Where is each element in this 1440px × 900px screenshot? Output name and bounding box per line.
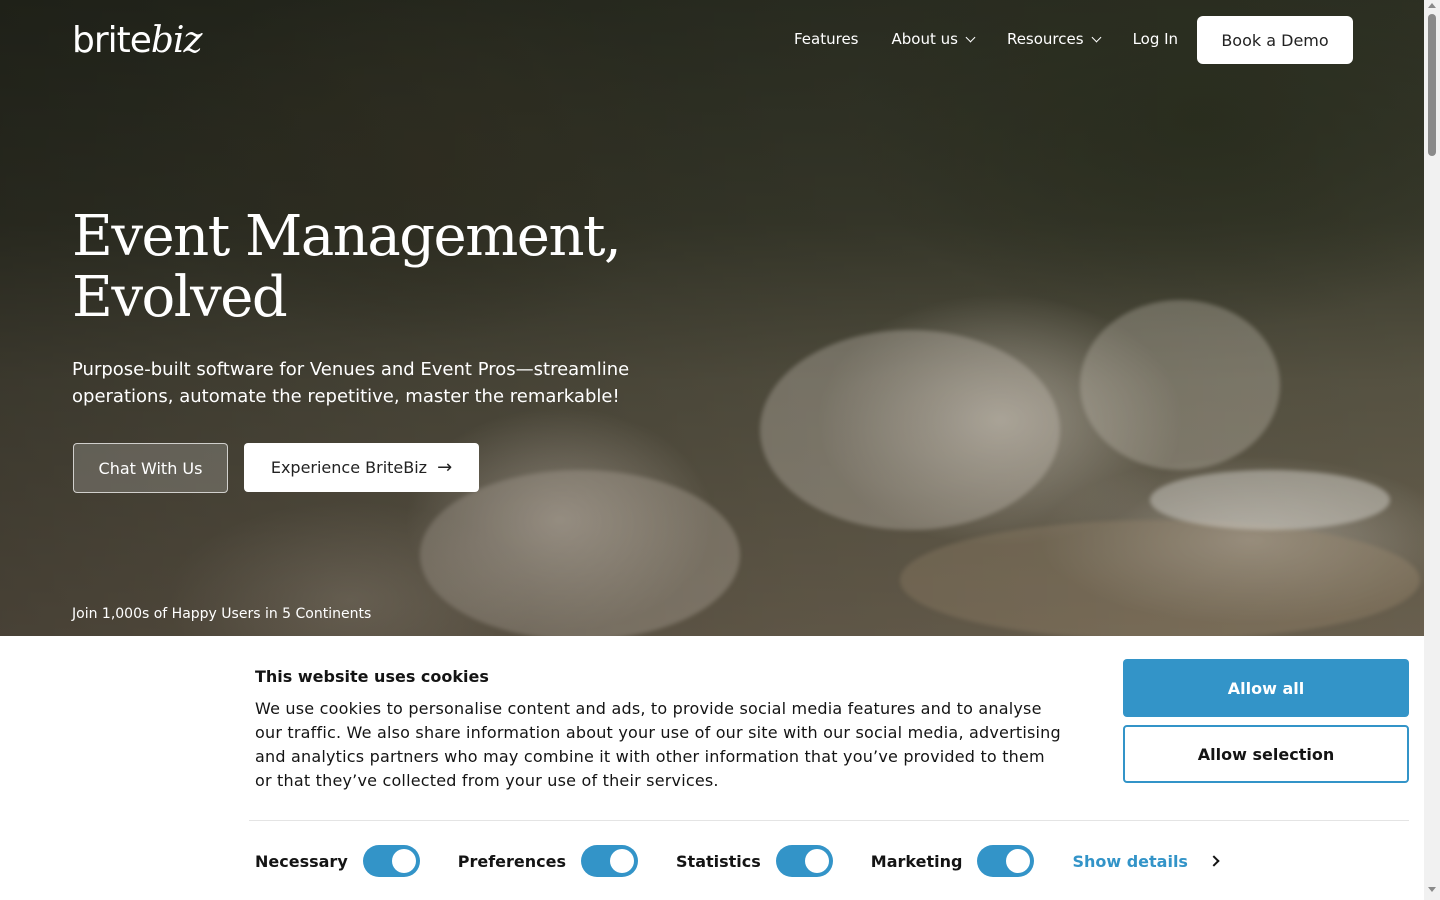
marketing-toggle[interactable] [977, 845, 1035, 877]
book-demo-button[interactable]: Book a Demo [1197, 16, 1353, 64]
scrollbar-thumb[interactable] [1428, 14, 1436, 156]
nav-features[interactable]: Features [794, 30, 859, 48]
toggle-knob [804, 849, 829, 873]
cookie-banner: This website uses cookies We use cookies… [0, 636, 1424, 900]
toggle-knob [610, 849, 635, 873]
consent-marketing: Marketing [871, 845, 1035, 877]
scroll-up-icon[interactable] [1428, 3, 1436, 8]
consent-preferences-label: Preferences [457, 851, 567, 871]
logo-text-biz: biz [150, 20, 203, 61]
toggle-knob [1006, 849, 1031, 873]
logo-text-brite: brite [72, 20, 152, 61]
consent-statistics: Statistics [676, 845, 833, 877]
page-scrollbar[interactable] [1424, 0, 1440, 900]
allow-all-button[interactable]: Allow all [1123, 659, 1409, 717]
preferences-toggle[interactable] [581, 845, 639, 877]
show-details-label: Show details [1072, 851, 1188, 871]
nav-resources-label: Resources [1006, 30, 1084, 48]
cookie-description: We use cookies to personalise content an… [255, 699, 1061, 790]
consent-marketing-label: Marketing [870, 851, 963, 871]
hero-title-line2: Evolved [72, 265, 288, 330]
arrow-right-icon: → [437, 457, 453, 478]
britebiz-logo[interactable]: britebiz [72, 20, 203, 61]
show-details-link[interactable]: Show details [1072, 851, 1220, 871]
cookie-divider [249, 820, 1409, 821]
consent-necessary-label: Necessary [255, 851, 348, 871]
consent-necessary: Necessary [255, 845, 420, 877]
chevron-right-icon [1208, 855, 1220, 867]
necessary-toggle[interactable] [362, 845, 420, 877]
nav-about-us-label: About us [891, 30, 958, 48]
allow-selection-button[interactable]: Allow selection [1123, 725, 1409, 783]
cookie-title: This website uses cookies [255, 667, 489, 686]
statistics-toggle[interactable] [775, 845, 833, 877]
hero-section: britebiz Features About us Resources Log… [0, 0, 1424, 636]
nav-about-us[interactable]: About us [891, 30, 976, 48]
nav-log-in[interactable]: Log In [1133, 30, 1179, 48]
nav-resources[interactable]: Resources [1006, 30, 1102, 48]
main-nav: Features About us Resources Log In [794, 30, 1211, 48]
nav-log-in-label: Log In [1132, 30, 1179, 48]
experience-britebiz-label: Experience BriteBiz [270, 458, 428, 477]
hero-title-line1: Event Management, [72, 204, 622, 269]
hero-subtitle: Purpose-built software for Venues and Ev… [72, 359, 630, 407]
consent-options: Necessary Preferences Statistics Marketi… [255, 844, 1220, 878]
consent-statistics-label: Statistics [676, 851, 761, 871]
experience-britebiz-button[interactable]: Experience BriteBiz → [244, 443, 479, 492]
chevron-down-icon [1091, 32, 1102, 42]
hero-title: Event Management, Evolved [72, 206, 712, 328]
scroll-down-icon[interactable] [1428, 887, 1436, 892]
consent-preferences: Preferences [457, 845, 639, 877]
chat-with-us-button[interactable]: Chat With Us [73, 443, 228, 493]
social-proof-text: Join 1,000s of Happy Users in 5 Continen… [72, 606, 372, 622]
nav-features-label: Features [794, 30, 859, 48]
chevron-down-icon [965, 32, 976, 42]
toggle-knob [391, 849, 416, 873]
